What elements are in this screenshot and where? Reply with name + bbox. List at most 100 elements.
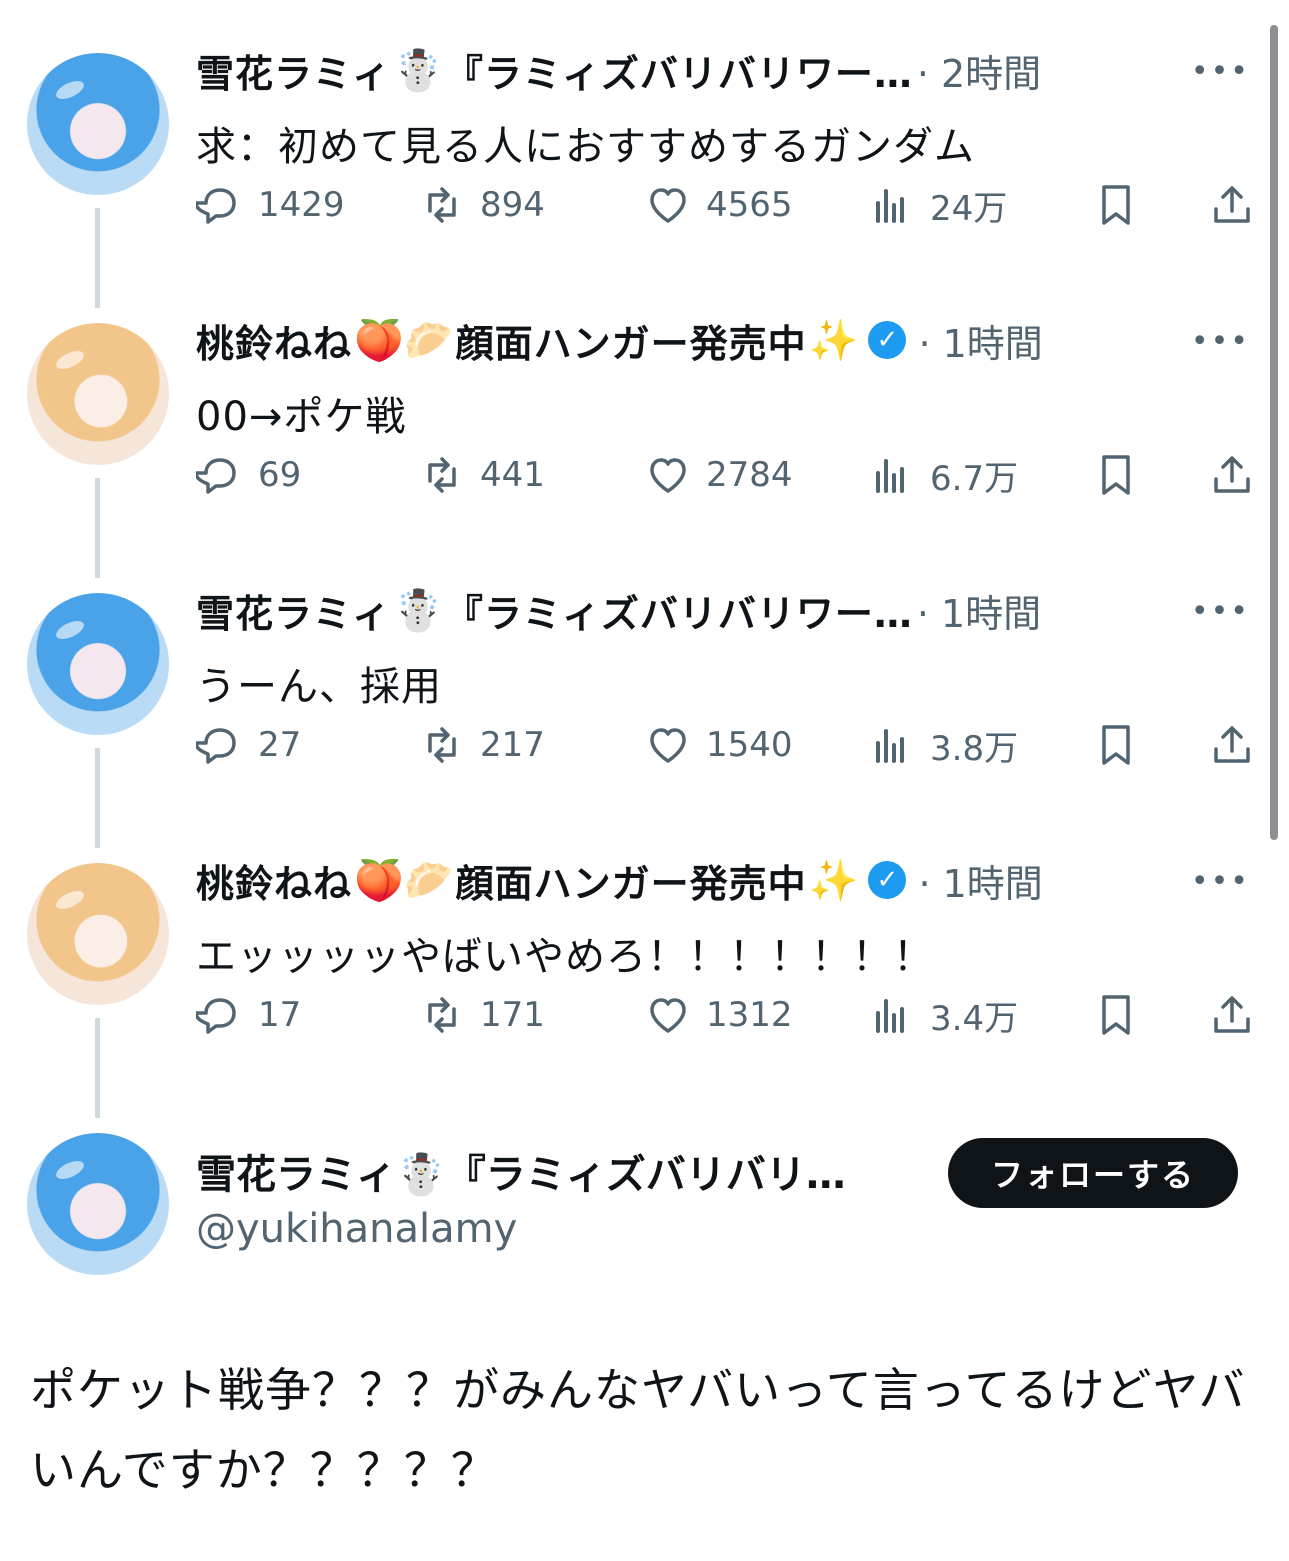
retweet-count: 441 — [480, 455, 545, 495]
author-name[interactable]: 雪花ラミィ☃️『ラミィズバリバリ… — [196, 1142, 846, 1200]
tweet[interactable]: 桃鈴ねね 🍑🥟 顔面ハンガー発売中 ✨ ✓ · 1時間 ••• エッッッッやばいやめろ！！！！… — [0, 850, 1270, 1120]
bookmark-icon — [1102, 995, 1130, 1035]
timestamp[interactable]: · 1時間 — [917, 583, 1041, 638]
avatar[interactable] — [27, 53, 169, 195]
reply-button[interactable]: 1429 — [196, 175, 345, 235]
retweet-icon — [428, 997, 456, 1033]
bookmark-icon — [1102, 725, 1130, 765]
tweet-header: 雪花ラミィ ☃️ 『ラミィズバリバリワー… · 1時間 — [196, 580, 1041, 640]
snowman-emoji: ☃️ — [393, 47, 443, 94]
views-button[interactable]: 24万 — [868, 175, 1007, 235]
peach-dumpling-emoji: 🍑🥟 — [354, 317, 454, 364]
reply-count: 17 — [258, 995, 302, 1035]
views-icon — [876, 189, 904, 223]
reply-icon — [196, 998, 236, 1034]
reply-button[interactable]: 17 — [196, 985, 301, 1045]
share-button[interactable] — [1208, 715, 1270, 775]
timestamp[interactable]: · 1時間 — [918, 313, 1042, 368]
sparkles-emoji: ✨ — [808, 857, 859, 904]
retweet-icon — [428, 727, 456, 763]
action-bar: 69 441 2784 6.7万 — [196, 445, 1256, 505]
bookmark-button[interactable] — [1092, 175, 1154, 235]
tweet[interactable]: 雪花ラミィ ☃️ 『ラミィズバリバリワー… · 1時間 ••• うーん、採用 27 217 15… — [0, 580, 1270, 850]
reply-button[interactable]: 69 — [196, 445, 301, 505]
retweet-button[interactable]: 217 — [418, 715, 545, 775]
like-button[interactable]: 4565 — [644, 175, 793, 235]
bookmark-icon — [1102, 185, 1130, 225]
tweet-header: 桃鈴ねね 🍑🥟 顔面ハンガー発売中 ✨ ✓ · 1時間 — [196, 310, 1043, 370]
retweet-icon — [428, 457, 456, 493]
share-icon — [1214, 996, 1250, 1033]
action-bar: 17 171 1312 3.4万 — [196, 985, 1256, 1045]
share-button[interactable] — [1208, 985, 1270, 1045]
timestamp[interactable]: · 2時間 — [917, 43, 1041, 98]
like-icon — [650, 458, 686, 493]
reply-icon — [196, 458, 236, 494]
views-button[interactable]: 3.4万 — [868, 985, 1018, 1045]
bookmark-button[interactable] — [1092, 715, 1154, 775]
like-icon — [650, 998, 686, 1033]
tweet[interactable]: 桃鈴ねね 🍑🥟 顔面ハンガー発売中 ✨ ✓ · 1時間 ••• 00→ポケ戦 69 441 2784… — [0, 310, 1270, 580]
more-options-icon[interactable]: ••• — [1191, 594, 1250, 629]
retweet-button[interactable]: 171 — [418, 985, 545, 1045]
views-count: 6.7万 — [930, 458, 1019, 499]
like-count: 1312 — [706, 995, 793, 1035]
author-handle[interactable]: @yukihanalamy — [196, 1206, 517, 1252]
like-icon — [650, 728, 686, 763]
avatar[interactable] — [27, 593, 169, 735]
views-icon — [876, 459, 904, 493]
more-options-icon[interactable]: ••• — [1191, 324, 1250, 359]
author-name-suffix[interactable]: 『ラミィズバリバリワー… — [445, 583, 913, 638]
share-button[interactable] — [1208, 445, 1270, 505]
like-count: 1540 — [706, 725, 793, 765]
author-name[interactable]: 雪花ラミィ — [196, 583, 391, 638]
avatar[interactable] — [27, 1133, 169, 1275]
bookmark-icon — [1102, 455, 1130, 495]
action-bar: 27 217 1540 3.8万 — [196, 715, 1256, 775]
sparkles-emoji: ✨ — [808, 317, 859, 364]
share-button[interactable] — [1208, 175, 1270, 235]
retweet-button[interactable]: 894 — [418, 175, 545, 235]
like-icon — [650, 188, 686, 223]
views-count: 3.8万 — [930, 728, 1019, 769]
retweet-button[interactable]: 441 — [418, 445, 545, 505]
like-button[interactable]: 2784 — [644, 445, 793, 505]
bookmark-button[interactable] — [1092, 445, 1154, 505]
bookmark-button[interactable] — [1092, 985, 1154, 1045]
reply-button[interactable]: 27 — [196, 715, 301, 775]
avatar[interactable] — [27, 863, 169, 1005]
retweet-count: 894 — [480, 185, 545, 225]
tweet-text: エッッッッやばいやめろ！！！！！！！ — [196, 934, 934, 980]
more-options-icon[interactable]: ••• — [1191, 864, 1250, 899]
like-button[interactable]: 1540 — [644, 715, 793, 775]
more-options-icon[interactable]: ••• — [1191, 54, 1250, 89]
author-name-suffix[interactable]: 『ラミィズバリバリワー… — [445, 43, 913, 98]
retweet-count: 217 — [480, 725, 545, 765]
snowman-emoji: ☃️ — [393, 587, 443, 634]
reply-icon — [196, 728, 236, 764]
author-name[interactable]: 雪花ラミィ — [196, 43, 391, 98]
follow-button[interactable]: フォローする — [948, 1138, 1238, 1208]
views-count: 3.4万 — [930, 998, 1019, 1039]
views-button[interactable]: 6.7万 — [868, 445, 1018, 505]
verified-badge-icon: ✓ — [868, 861, 907, 899]
author-name[interactable]: 桃鈴ねね — [196, 313, 352, 368]
avatar[interactable] — [27, 323, 169, 465]
reply-count: 27 — [258, 725, 302, 765]
views-button[interactable]: 3.8万 — [868, 715, 1018, 775]
reply-count: 69 — [258, 455, 302, 495]
retweet-icon — [428, 187, 456, 223]
peach-dumpling-emoji: 🍑🥟 — [354, 857, 454, 904]
author-name-suffix[interactable]: 顔面ハンガー発売中 — [456, 853, 807, 908]
timestamp[interactable]: · 1時間 — [918, 853, 1042, 908]
action-bar: 1429 894 4565 24万 — [196, 175, 1256, 235]
views-icon — [876, 729, 904, 763]
scrollbar[interactable] — [1270, 25, 1278, 840]
like-button[interactable]: 1312 — [644, 985, 793, 1045]
author-name[interactable]: 桃鈴ねね — [196, 853, 352, 908]
tweet[interactable]: 雪花ラミィ ☃️ 『ラミィズバリバリワー… · 2時間 ••• 求：初めて見る人におすすめ… — [0, 40, 1270, 310]
views-count: 24万 — [930, 188, 1008, 229]
share-icon — [1214, 186, 1250, 223]
author-name-suffix[interactable]: 顔面ハンガー発売中 — [456, 313, 807, 368]
tweet-text: うーん、採用 — [196, 664, 442, 710]
